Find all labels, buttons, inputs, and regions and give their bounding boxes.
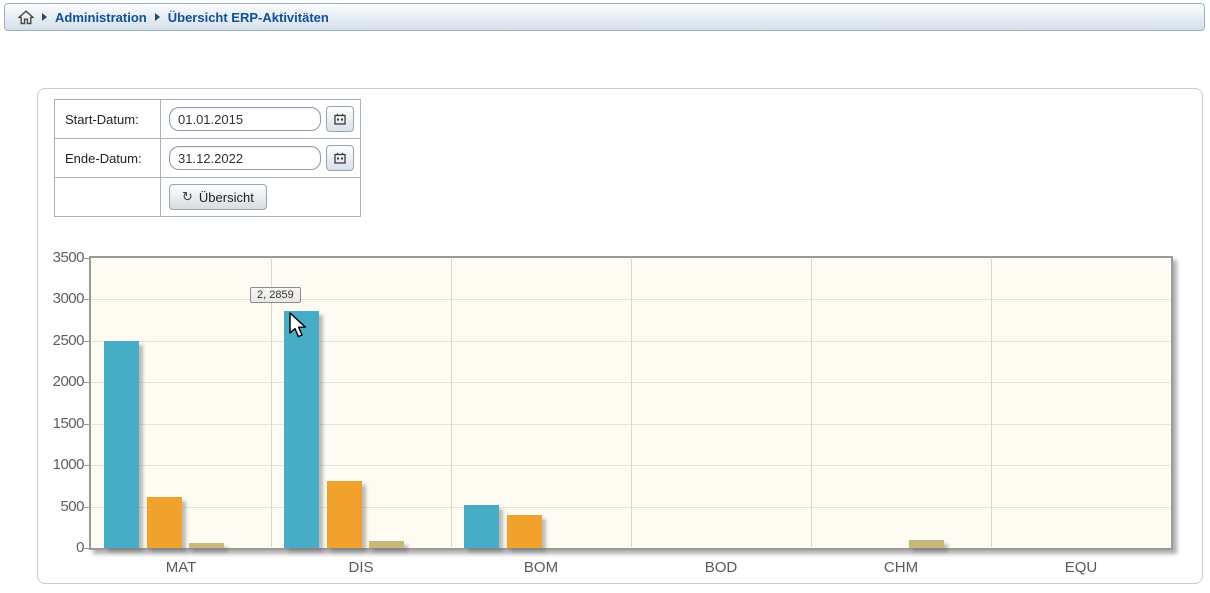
empty-cell	[55, 178, 161, 217]
y-axis-tick-label: 2000	[30, 373, 84, 390]
date-filter-form: Start-Datum: Ende-Datum:	[54, 99, 361, 217]
submit-row: ↻ Übersicht	[55, 178, 361, 217]
end-date-calendar-button[interactable]	[326, 145, 354, 171]
start-date-row: Start-Datum:	[55, 100, 361, 139]
calendar-icon	[334, 152, 346, 164]
start-date-calendar-button[interactable]	[326, 106, 354, 132]
y-axis-tick-label: 0	[30, 539, 84, 556]
x-axis-category-label-bom: BOM	[451, 559, 631, 576]
end-date-input[interactable]	[169, 146, 321, 170]
y-axis-tick-label: 2500	[30, 332, 84, 349]
x-axis-category-label-chm: CHM	[811, 559, 991, 576]
mouse-cursor-icon	[288, 312, 312, 340]
y-axis-tick-label: 1500	[30, 415, 84, 432]
x-axis-category-label-dis: DIS	[271, 559, 451, 576]
y-axis-tick-label: 1000	[30, 456, 84, 473]
bar-bom-series-1[interactable]	[464, 505, 499, 548]
x-axis-category-label-equ: EQU	[991, 559, 1171, 576]
bar-bom-series-2[interactable]	[507, 515, 542, 548]
end-date-row: Ende-Datum:	[55, 139, 361, 178]
breadcrumb-item-erp-activities[interactable]: Übersicht ERP-Aktivitäten	[168, 10, 329, 25]
uebersicht-button[interactable]: ↻ Übersicht	[169, 184, 267, 210]
end-date-label: Ende-Datum:	[55, 139, 161, 178]
calendar-icon	[334, 113, 346, 125]
breadcrumb-item-administration[interactable]: Administration	[55, 10, 147, 25]
start-date-input[interactable]	[169, 107, 321, 131]
y-axis-tick	[82, 507, 89, 508]
bar-dis-series-1[interactable]	[284, 311, 319, 548]
y-axis-tick-label: 3500	[30, 249, 84, 266]
gridline-vertical	[451, 259, 452, 547]
breadcrumb-arrow-icon	[155, 13, 160, 21]
y-axis-tick	[82, 465, 89, 466]
y-axis-tick	[82, 382, 89, 383]
refresh-icon: ↻	[182, 190, 193, 205]
breadcrumb: Administration Übersicht ERP-Aktivitäten	[4, 3, 1205, 31]
y-axis-tick	[82, 548, 89, 549]
y-axis-tick-label: 500	[30, 498, 84, 515]
bar-dis-series-2[interactable]	[327, 481, 362, 548]
chart-tooltip: 2, 2859	[250, 287, 301, 303]
y-axis-tick	[82, 258, 89, 259]
x-axis-category-label-bod: BOD	[631, 559, 811, 576]
bar-mat-series-2[interactable]	[147, 497, 182, 548]
y-axis-tick-label: 3000	[30, 290, 84, 307]
gridline-vertical	[991, 259, 992, 547]
breadcrumb-arrow-icon	[42, 13, 47, 21]
start-date-label: Start-Datum:	[55, 100, 161, 139]
bar-mat-series-1[interactable]	[104, 341, 139, 548]
y-axis-tick	[82, 424, 89, 425]
bar-dis-series-3[interactable]	[369, 541, 404, 548]
bar-chm-series-3[interactable]	[909, 540, 944, 548]
home-button[interactable]	[18, 10, 34, 25]
gridline-vertical	[811, 259, 812, 547]
y-axis-tick	[82, 299, 89, 300]
y-axis-tick	[82, 341, 89, 342]
x-axis-category-label-mat: MAT	[91, 559, 271, 576]
uebersicht-button-label: Übersicht	[199, 190, 254, 205]
home-icon	[18, 10, 34, 25]
bar-mat-series-3[interactable]	[189, 543, 224, 548]
gridline-vertical	[631, 259, 632, 547]
